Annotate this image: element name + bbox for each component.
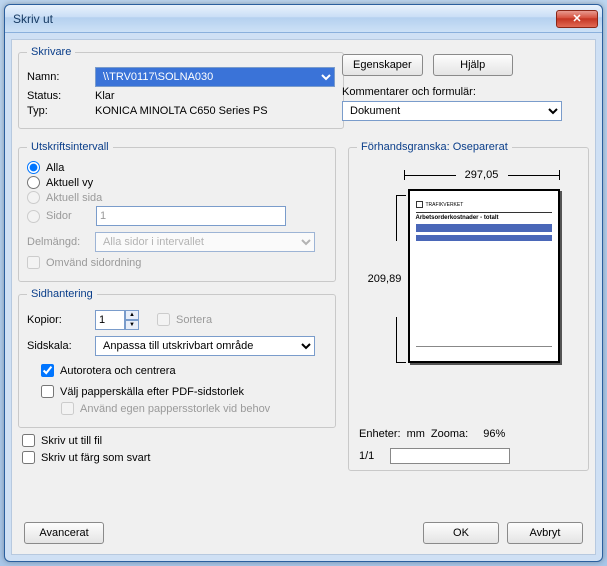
copies-up-button[interactable]: ▲: [125, 310, 139, 320]
client-area: Skrivare Namn: \\TRV0117\SOLNA030 Status…: [11, 39, 596, 555]
printer-legend: Skrivare: [27, 46, 75, 58]
custom-size-checkbox: [61, 402, 74, 415]
range-group: Utskriftsintervall Alla Aktuell vy Aktue…: [18, 141, 336, 282]
comments-select[interactable]: Dokument: [342, 101, 562, 121]
range-all-label: Alla: [46, 162, 64, 174]
print-to-file-label: Skriv ut till fil: [41, 435, 102, 447]
reverse-order-label: Omvänd sidordning: [46, 257, 141, 269]
range-current-page-radio: [27, 191, 40, 204]
range-current-view-radio[interactable]: [27, 176, 40, 189]
dim-tick: [396, 362, 406, 363]
range-pages-label: Sidor: [46, 210, 96, 222]
units-label: Enheter:: [359, 428, 401, 440]
preview-page: TRAFIKVERKET Arbetsorderkostnader - tota…: [408, 189, 560, 363]
paper-source-checkbox[interactable]: [41, 385, 54, 398]
dim-tick: [396, 195, 406, 196]
doc-bar: [416, 224, 552, 232]
cancel-button[interactable]: Avbryt: [507, 522, 583, 544]
doc-brand: TRAFIKVERKET: [426, 202, 464, 208]
range-current-view-label: Aktuell vy: [46, 177, 93, 189]
collate-label: Sortera: [176, 314, 212, 326]
copies-label: Kopior:: [27, 314, 95, 326]
window-title: Skriv ut: [13, 12, 556, 26]
autorotate-label: Autorotera och centrera: [60, 365, 176, 377]
type-value: KONICA MINOLTA C650 Series PS: [95, 105, 268, 117]
doc-logo-icon: [416, 201, 423, 208]
handling-legend: Sidhantering: [27, 288, 97, 300]
help-button[interactable]: Hjälp: [433, 54, 513, 76]
ok-button[interactable]: OK: [423, 522, 499, 544]
range-pages-radio: [27, 210, 40, 223]
doc-footer: [416, 346, 552, 355]
preview-box: 297,05 209,89: [374, 167, 564, 367]
custom-size-label: Använd egen pappersstorlek vid behov: [80, 403, 270, 415]
comments-label: Kommentarer och formulär:: [342, 86, 587, 98]
doc-bar: [416, 235, 552, 241]
handling-group: Sidhantering Kopior: ▲ ▼ Sortera: [18, 288, 336, 428]
autorotate-checkbox[interactable]: [41, 364, 54, 377]
status-label: Status:: [27, 90, 95, 102]
print-as-black-checkbox[interactable]: [22, 451, 35, 464]
copies-input[interactable]: [95, 310, 125, 330]
preview-height: 209,89: [368, 273, 402, 285]
advanced-button[interactable]: Avancerat: [24, 522, 104, 544]
paper-source-label: Välj papperskälla efter PDF-sidstorlek: [60, 386, 244, 398]
copies-down-button[interactable]: ▼: [125, 320, 139, 330]
range-all-radio[interactable]: [27, 161, 40, 174]
print-to-file-checkbox[interactable]: [22, 434, 35, 447]
doc-title: Arbetsorderkostnader - totalt: [416, 215, 552, 221]
printer-group: Skrivare Namn: \\TRV0117\SOLNA030 Status…: [18, 46, 344, 129]
preview-group: Förhandsgranska: Oseparerat 297,05 209,8…: [348, 141, 589, 471]
preview-legend: Förhandsgranska: Oseparerat: [357, 141, 512, 153]
range-pages-input: [96, 206, 286, 226]
scaling-label: Sidskala:: [27, 340, 95, 352]
close-icon: ✕: [572, 12, 581, 25]
name-label: Namn:: [27, 71, 95, 83]
reverse-order-checkbox: [27, 256, 40, 269]
print-dialog: Skriv ut ✕ Skrivare Namn: \\TRV0117\SOLN…: [4, 4, 603, 562]
close-button[interactable]: ✕: [556, 10, 598, 28]
zoom-value: 96%: [483, 428, 505, 440]
collate-checkbox: [157, 313, 170, 326]
page-count: 1/1: [359, 450, 374, 462]
range-current-page-label: Aktuell sida: [46, 192, 102, 204]
titlebar: Skriv ut ✕: [5, 5, 602, 33]
type-label: Typ:: [27, 105, 95, 117]
zoom-label: Zooma:: [431, 428, 468, 440]
status-value: Klar: [95, 90, 115, 102]
zoom-slider[interactable]: [390, 448, 510, 464]
dim-tick: [404, 170, 405, 180]
print-as-black-label: Skriv ut färg som svart: [41, 452, 150, 464]
range-legend: Utskriftsintervall: [27, 141, 113, 153]
units-value: mm: [407, 428, 425, 440]
dim-tick: [559, 170, 560, 180]
preview-width: 297,05: [465, 169, 499, 181]
subset-label: Delmängd:: [27, 236, 95, 248]
properties-button[interactable]: Egenskaper: [342, 54, 423, 76]
subset-select: Alla sidor i intervallet: [95, 232, 315, 252]
scaling-select[interactable]: Anpassa till utskrivbart område: [95, 336, 315, 356]
printer-name-select[interactable]: \\TRV0117\SOLNA030: [95, 67, 335, 87]
